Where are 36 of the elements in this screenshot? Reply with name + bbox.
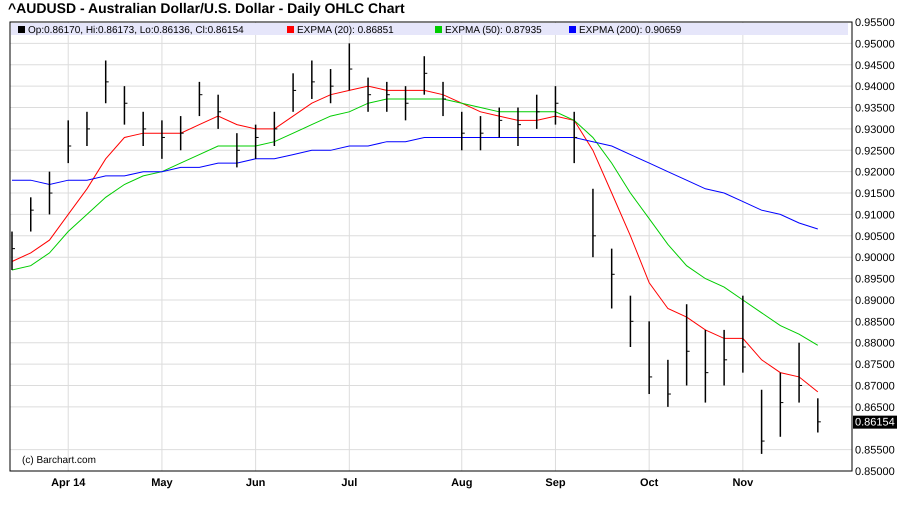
chart-title: ^AUDUSD - Australian Dollar/U.S. Dollar - Daily OHLC Chart	[7, 0, 405, 16]
legend-label: Op:0.86170, Hi:0.86173, Lo:0.86136, Cl:0.86154	[28, 25, 244, 36]
axis-label: 0.86500	[855, 402, 895, 414]
axis-label: 0.93500	[855, 102, 895, 115]
axis-label: 0.90500	[855, 230, 895, 243]
legend-label: EXPMA (20): 0.86851	[297, 25, 394, 36]
axis-label: 0.94000	[855, 81, 895, 94]
axis-label: 0.87000	[855, 380, 895, 392]
axis-label: 0.94500	[855, 60, 895, 72]
axis-label: 0.91000	[855, 209, 895, 222]
axis-label: 0.87500	[855, 359, 895, 372]
axis-label: Jun	[246, 477, 266, 489]
legend-label: EXPMA (50): 0.87935	[445, 25, 542, 36]
axis-label: 0.85500	[855, 444, 895, 457]
axis-label: 0.92500	[855, 145, 895, 158]
axis-label: 0.89000	[855, 294, 895, 307]
axis-label: 0.92000	[855, 166, 895, 179]
axis-label: 0.88000	[855, 338, 895, 350]
axis-label: 0.85000	[855, 466, 895, 478]
axis-label: 0.91500	[855, 188, 895, 200]
axis-label: Aug	[451, 477, 472, 489]
axis-label: 0.95000	[855, 38, 895, 50]
axis-label: Apr 14	[51, 477, 86, 489]
axis-label: 0.89500	[855, 274, 895, 286]
price-tag: 0.86154	[853, 416, 897, 429]
axis-label: 0.90000	[855, 252, 895, 264]
axis-label: Nov	[732, 477, 754, 489]
axis-label: 0.95500	[855, 17, 895, 29]
axis-label: Oct	[640, 477, 658, 489]
axis-label: Sep	[545, 477, 566, 489]
axis-label: 0.93000	[855, 124, 895, 136]
copyright-text: (c) Barchart.com	[22, 455, 96, 466]
axis-label: 0.88500	[855, 316, 895, 328]
axis-label: Jul	[341, 477, 358, 489]
axis-label: May	[151, 477, 173, 489]
legend-label: EXPMA (200): 0.90659	[579, 25, 682, 36]
